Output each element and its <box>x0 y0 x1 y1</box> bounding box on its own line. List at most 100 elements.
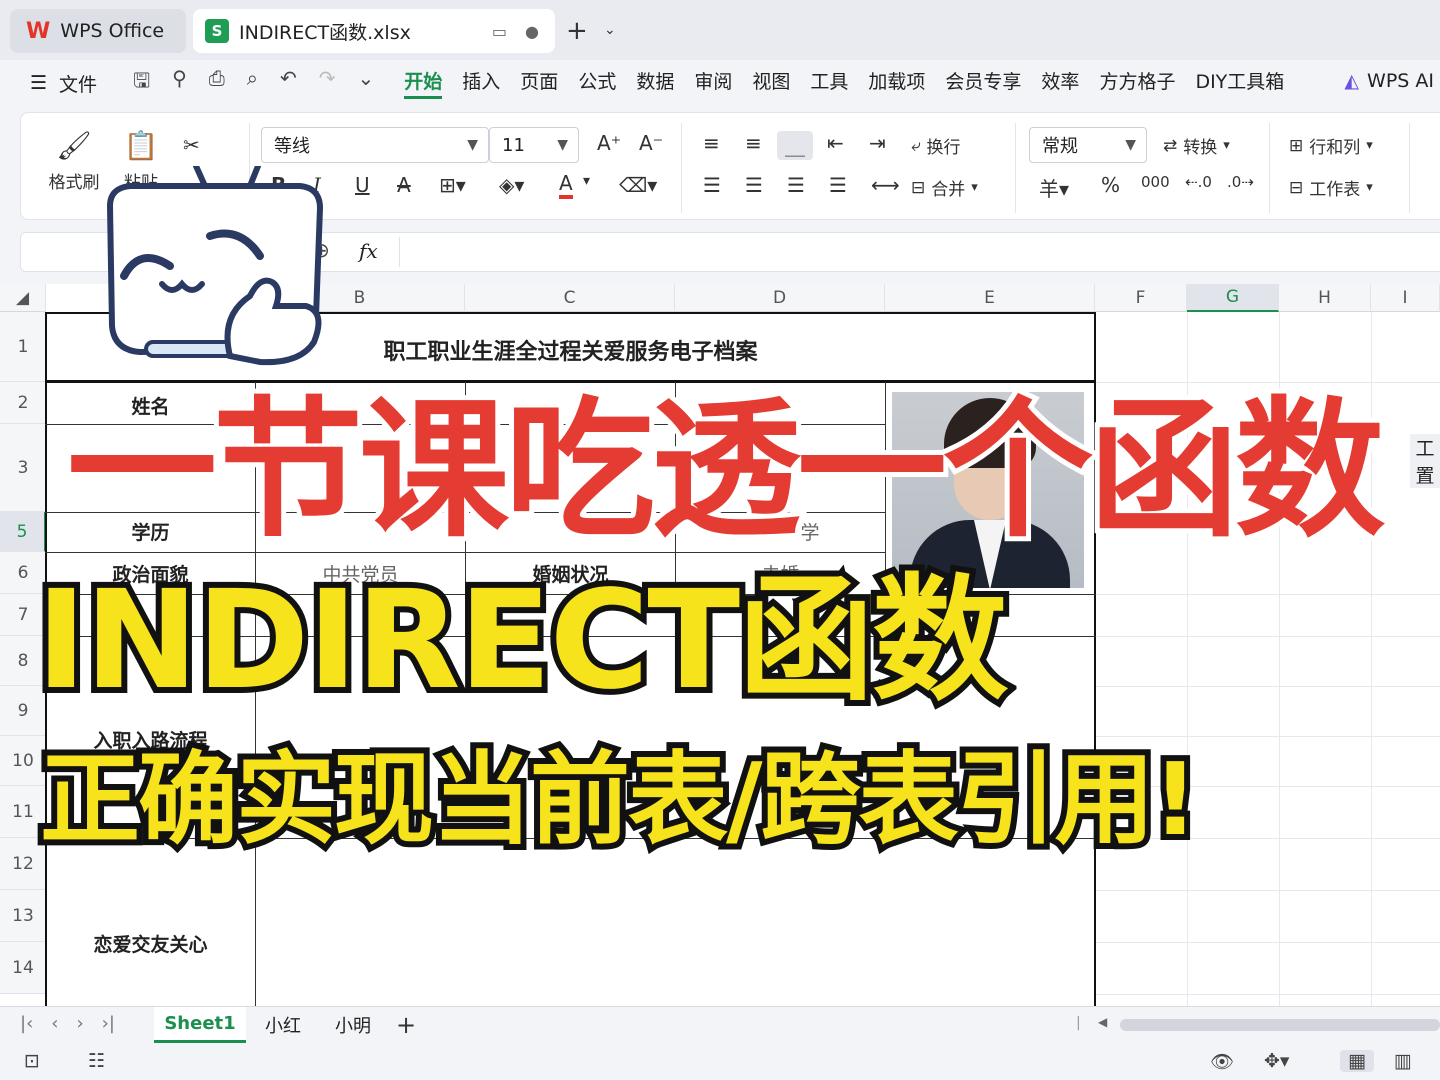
indent-decrease-icon[interactable]: ⇤ <box>827 131 844 155</box>
prev-sheet-icon[interactable]: ‹ <box>51 1013 58 1034</box>
tab-wps-office[interactable]: W WPS Office <box>10 9 186 53</box>
indent-increase-icon[interactable]: ⇥ <box>869 131 886 155</box>
page-view-icon[interactable]: ▥ <box>1394 1050 1412 1072</box>
last-sheet-icon[interactable]: ›| <box>102 1013 115 1034</box>
dot-icon[interactable]: ● <box>525 22 539 41</box>
column-header-d[interactable]: D <box>675 284 885 312</box>
save-icon[interactable]: 🖫 <box>133 66 150 100</box>
column-header-c[interactable]: C <box>465 284 675 312</box>
freeze-icon[interactable]: ✥▾ <box>1264 1050 1289 1072</box>
macro-icon[interactable]: ⊡ <box>24 1050 40 1072</box>
chevron-down-icon[interactable]: ▾ <box>583 173 590 189</box>
font-name-value: 等线 <box>274 136 310 157</box>
tab-addins[interactable]: 加载项 <box>868 67 925 99</box>
distribute-icon[interactable]: ⟷ <box>871 173 900 197</box>
first-sheet-icon[interactable]: |‹ <box>20 1013 33 1034</box>
tab-view[interactable]: 视图 <box>752 67 790 99</box>
increase-font-icon[interactable]: A⁺ <box>597 131 621 155</box>
wrap-text-button[interactable]: ⤶ 换行 <box>911 133 961 159</box>
font-size-value: 11 <box>502 134 525 156</box>
row-header-13[interactable]: 13 <box>0 890 46 942</box>
sheet-tab-xiaoming[interactable]: 小明 <box>320 1007 386 1043</box>
align-center-icon[interactable]: ☰ <box>745 173 763 197</box>
fx-button[interactable]: fx <box>359 239 378 263</box>
sheet-tab-sheet1[interactable]: Sheet1 <box>154 1007 246 1043</box>
sheet-tab-xiaohong[interactable]: 小红 <box>250 1007 316 1043</box>
add-sheet-button[interactable]: + <box>396 1011 416 1039</box>
column-header-g[interactable]: G <box>1187 284 1279 312</box>
gridline <box>1096 736 1440 737</box>
share-icon[interactable]: ⚲ <box>172 66 187 100</box>
cut-icon[interactable]: ✂ <box>183 133 200 157</box>
tab-review[interactable]: 审阅 <box>694 67 732 99</box>
merge-button[interactable]: ⊟ 合并 ▾ <box>911 175 978 201</box>
row-header-1[interactable]: 1 <box>0 312 46 382</box>
monitor-icon[interactable]: ▭ <box>492 22 507 41</box>
tab-insert[interactable]: 插入 <box>462 67 500 99</box>
align-top-icon[interactable]: ≡ <box>703 131 720 155</box>
tab-start[interactable]: 开始 <box>404 67 443 99</box>
wrap-label: 换行 <box>926 138 961 158</box>
new-tab-button[interactable]: + <box>566 16 588 46</box>
tab-diy[interactable]: DIY工具箱 <box>1195 67 1284 99</box>
wps-ai-button[interactable]: ◭ WPS AI <box>1344 70 1434 92</box>
gridline <box>1096 994 1440 995</box>
print-icon[interactable]: ⎙ <box>209 66 225 100</box>
underline-button[interactable]: U <box>355 173 370 197</box>
align-left-icon[interactable]: ☰ <box>703 173 721 197</box>
document-list-icon[interactable]: ☷ <box>88 1050 105 1072</box>
file-menu[interactable]: ☰ 文件 <box>30 70 97 97</box>
fill-color-icon[interactable]: ◈▾ <box>499 173 524 197</box>
redo-icon[interactable]: ↷ <box>319 66 336 100</box>
undo-icon[interactable]: ↶ <box>280 66 297 100</box>
eye-icon[interactable]: 👁 <box>1210 1050 1234 1073</box>
strikethrough-icon[interactable]: A <box>397 173 411 197</box>
tab-data[interactable]: 数据 <box>636 67 674 99</box>
print-preview-icon[interactable]: ⌕ <box>247 66 258 100</box>
normal-view-icon[interactable]: ▦ <box>1340 1050 1374 1072</box>
column-header-i[interactable]: I <box>1371 284 1440 312</box>
more-icon[interactable]: ⌄ <box>358 66 375 100</box>
row-header-14[interactable]: 14 <box>0 942 46 994</box>
border-icon[interactable]: ⊞▾ <box>439 173 466 197</box>
scroll-left-icon[interactable]: ◀ <box>1098 1015 1107 1029</box>
justify-icon[interactable]: ☰ <box>829 173 847 197</box>
decimal-increase-icon[interactable]: ⇠.0 <box>1185 173 1212 191</box>
select-all-corner[interactable]: ◢ <box>0 284 46 312</box>
tab-document[interactable]: S INDIRECT函数.xlsx ▭ ● <box>193 9 555 53</box>
divider <box>399 237 400 267</box>
horizontal-scrollbar[interactable] <box>1120 1019 1440 1031</box>
column-header-e[interactable]: E <box>885 284 1095 312</box>
tab-member[interactable]: 会员专享 <box>945 67 1021 99</box>
tab-fangfang[interactable]: 方方格子 <box>1099 67 1175 99</box>
divider: | <box>1076 1015 1081 1031</box>
chevron-down-icon: ▾ <box>1223 138 1230 153</box>
tab-tools[interactable]: 工具 <box>810 67 848 99</box>
font-size-select[interactable]: 11 ▼ <box>489 127 579 163</box>
column-header-f[interactable]: F <box>1095 284 1187 312</box>
tab-page[interactable]: 页面 <box>520 67 558 99</box>
align-bottom-icon[interactable]: ＿ <box>777 131 813 160</box>
decrease-font-icon[interactable]: A⁻ <box>639 131 663 155</box>
thousands-button[interactable]: 000 <box>1141 173 1170 191</box>
divider <box>1409 123 1410 213</box>
percent-button[interactable]: % <box>1101 173 1120 197</box>
format-painter-button[interactable]: 🖌 格式刷 <box>45 129 103 193</box>
font-color-icon[interactable]: A <box>559 171 573 199</box>
next-sheet-icon[interactable]: › <box>76 1013 83 1034</box>
currency-button[interactable]: 羊▾ <box>1039 173 1069 202</box>
chevron-down-icon[interactable]: ⌄ <box>604 22 616 38</box>
tab-formula[interactable]: 公式 <box>578 67 616 99</box>
tab-efficiency[interactable]: 效率 <box>1041 67 1079 99</box>
rows-cols-button[interactable]: ⊞ 行和列 ▾ <box>1289 133 1373 159</box>
font-name-select[interactable]: 等线 ▼ <box>261 127 489 163</box>
align-right-icon[interactable]: ☰ <box>787 173 805 197</box>
convert-button[interactable]: ⇄ 转换 ▾ <box>1163 133 1230 159</box>
eraser-icon[interactable]: ⌫▾ <box>619 173 657 197</box>
brush-icon: 🖌 <box>56 129 92 162</box>
decimal-decrease-icon[interactable]: .0⇢ <box>1227 173 1254 191</box>
column-header-h[interactable]: H <box>1279 284 1371 312</box>
align-middle-icon[interactable]: ≡ <box>745 131 762 155</box>
worksheet-button[interactable]: ⊟ 工作表 ▾ <box>1289 175 1373 201</box>
number-format-select[interactable]: 常规 ▼ <box>1029 127 1147 163</box>
